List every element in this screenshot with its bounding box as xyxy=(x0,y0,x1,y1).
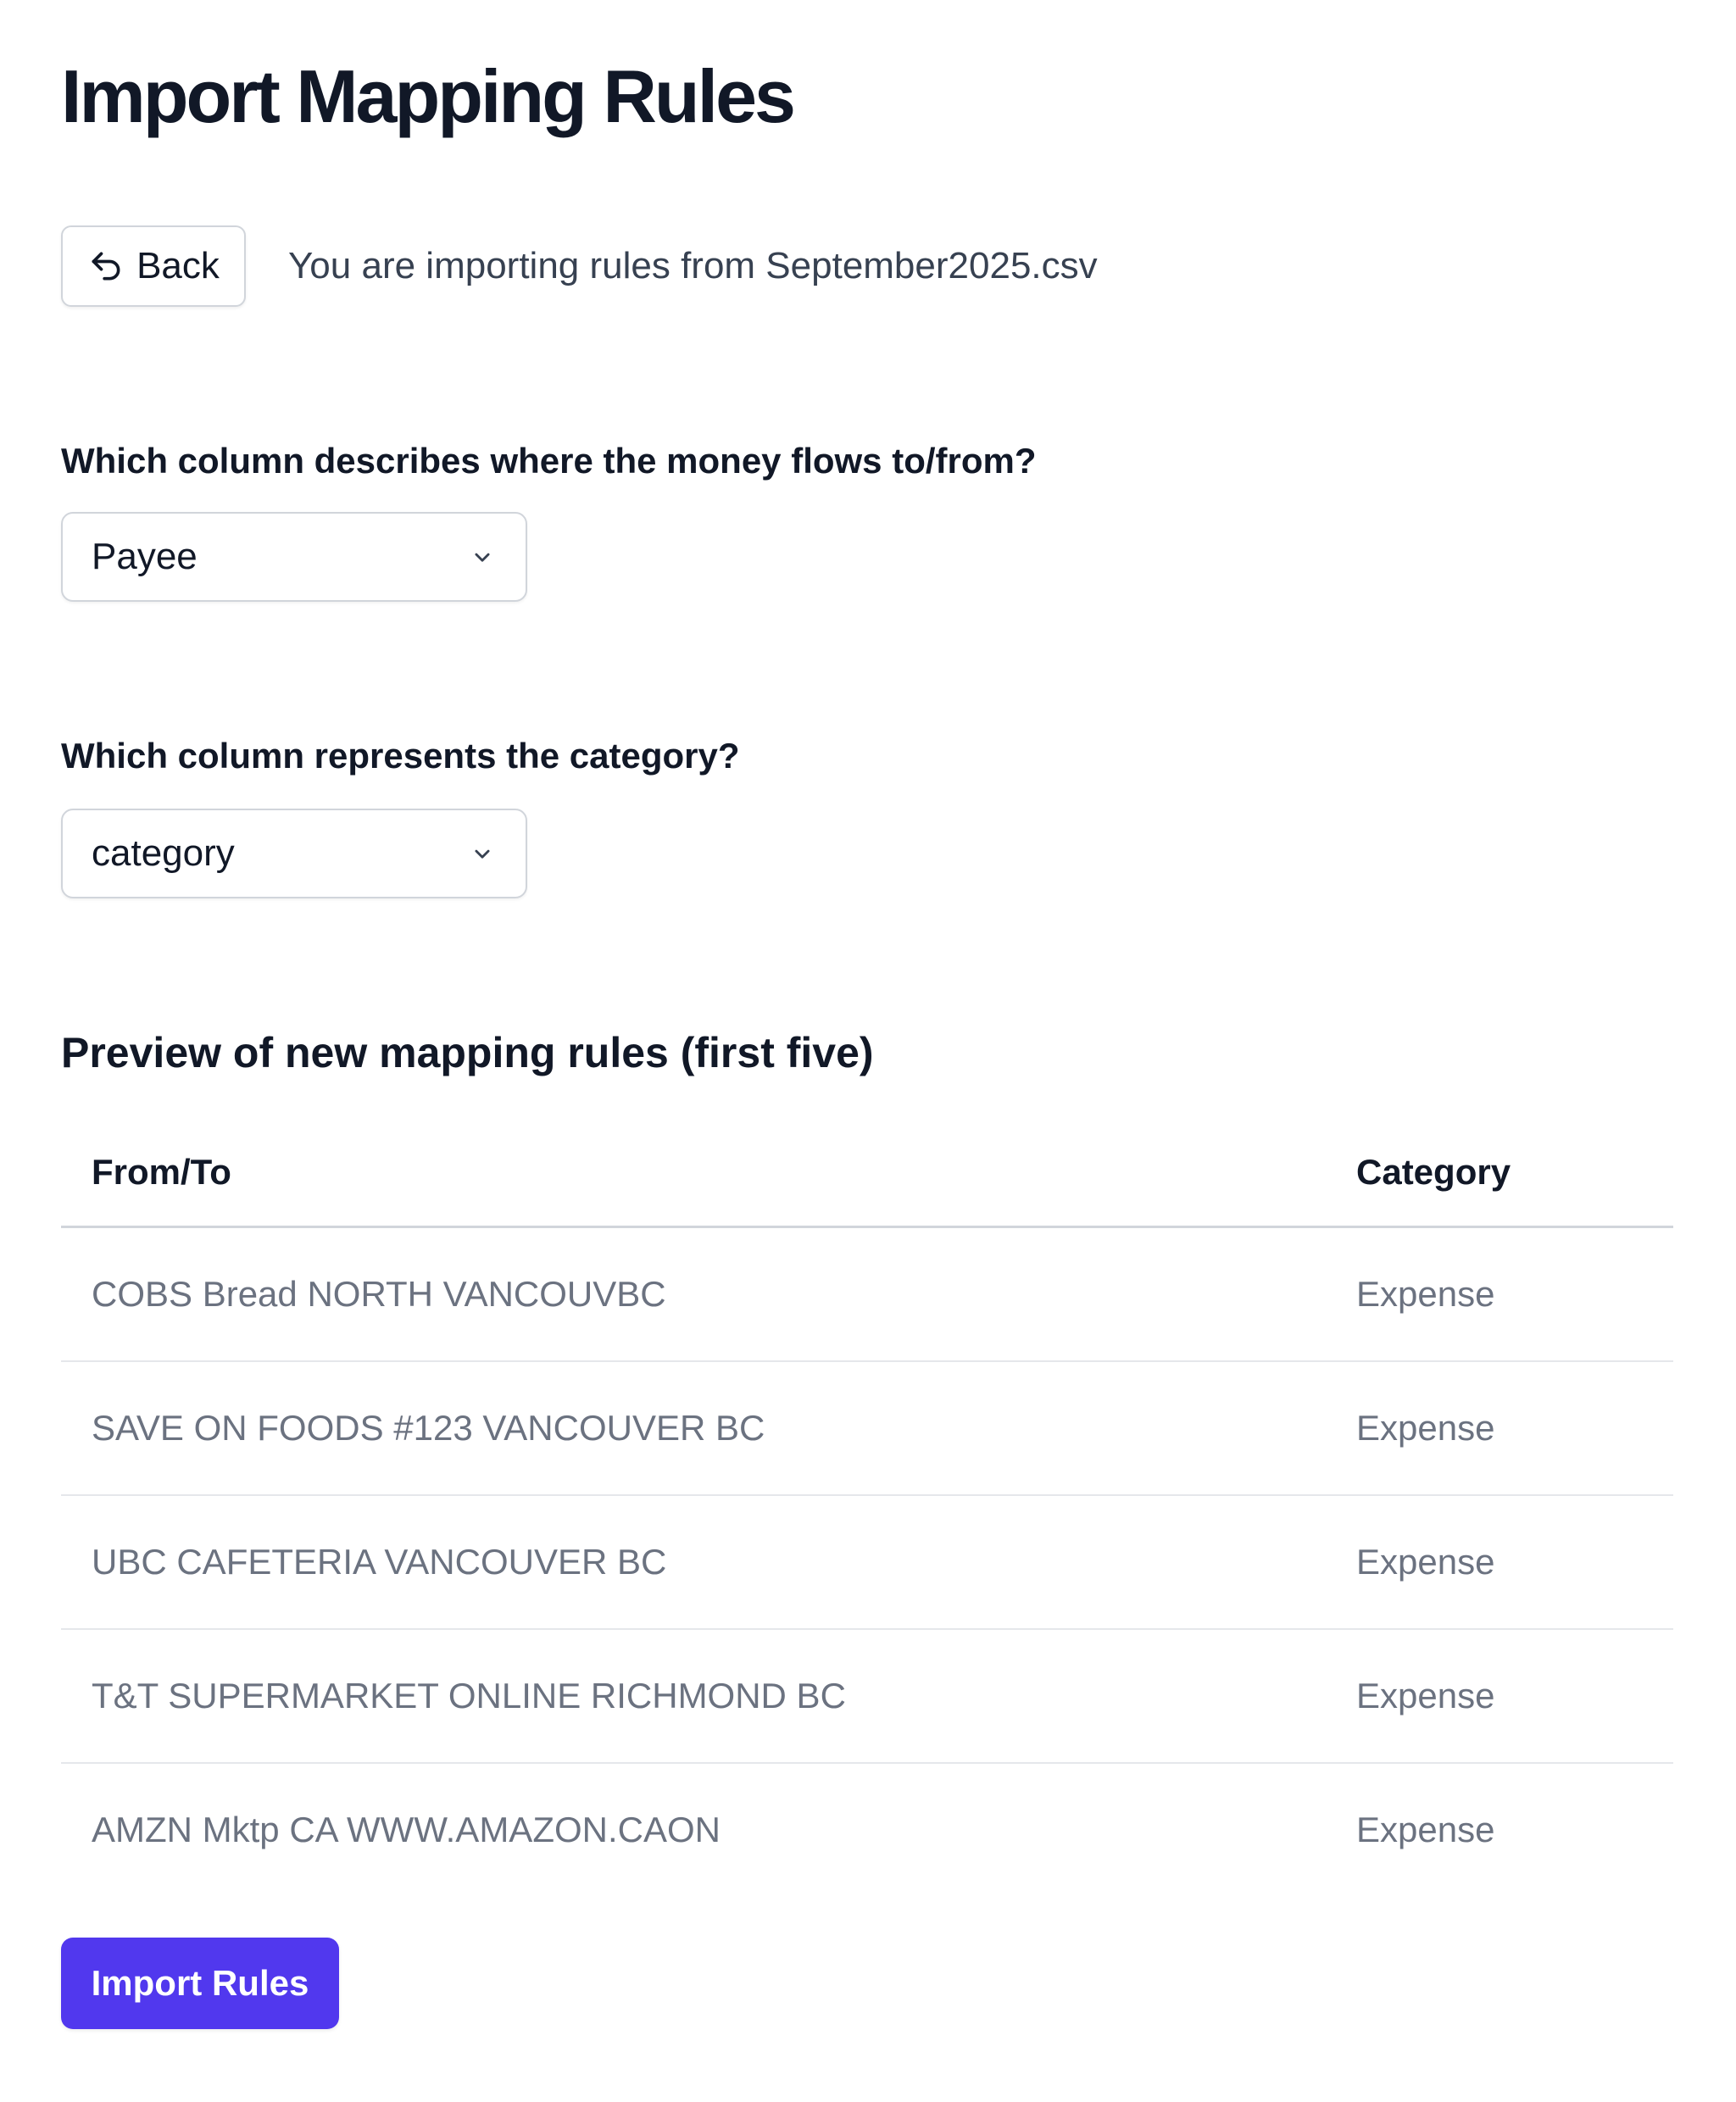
category-column-question: Which column represents the category? xyxy=(61,736,740,776)
cell-from-to: T&T SUPERMARKET ONLINE RICHMOND BC xyxy=(92,1676,846,1716)
cell-category: Expense xyxy=(1356,1542,1495,1582)
chevron-down-icon xyxy=(468,542,497,571)
category-column-select[interactable]: category xyxy=(61,809,527,898)
back-button-label: Back xyxy=(136,245,220,286)
cell-from-to: AMZN Mktp CA WWW.AMAZON.CAON xyxy=(92,1810,721,1849)
column-header-from-to: From/To xyxy=(92,1152,231,1192)
table-row: UBC CAFETERIA VANCOUVER BC Expense xyxy=(61,1496,1673,1630)
page-title: Import Mapping Rules xyxy=(61,54,796,138)
cell-from-to: UBC CAFETERIA VANCOUVER BC xyxy=(92,1542,667,1582)
cell-category: Expense xyxy=(1356,1274,1495,1314)
cell-from-to: SAVE ON FOODS #123 VANCOUVER BC xyxy=(92,1408,765,1448)
category-column-select-value: category xyxy=(92,832,235,874)
cell-category: Expense xyxy=(1356,1810,1495,1849)
column-header-category: Category xyxy=(1356,1152,1511,1192)
import-source-text: You are importing rules from September20… xyxy=(288,245,1098,286)
table-header: From/To Category xyxy=(61,1119,1673,1228)
preview-heading: Preview of new mapping rules (first five… xyxy=(61,1029,874,1076)
preview-table: From/To Category COBS Bread NORTH VANCOU… xyxy=(61,1119,1673,1896)
table-row: SAVE ON FOODS #123 VANCOUVER BC Expense xyxy=(61,1362,1673,1496)
table-row: T&T SUPERMARKET ONLINE RICHMOND BC Expen… xyxy=(61,1630,1673,1764)
cell-category: Expense xyxy=(1356,1408,1495,1448)
table-row: COBS Bread NORTH VANCOUVBC Expense xyxy=(61,1228,1673,1362)
cell-from-to: COBS Bread NORTH VANCOUVBC xyxy=(92,1274,666,1314)
undo-arrow-icon xyxy=(87,247,125,285)
cell-category: Expense xyxy=(1356,1676,1495,1716)
payee-column-select-value: Payee xyxy=(92,536,198,577)
import-rules-button[interactable]: Import Rules xyxy=(61,1938,339,2029)
import-mapping-page: Import Mapping Rules Back You are import… xyxy=(0,0,1736,2102)
payee-column-question: Which column describes where the money f… xyxy=(61,441,1037,481)
table-row: AMZN Mktp CA WWW.AMAZON.CAON Expense xyxy=(61,1764,1673,1896)
back-button[interactable]: Back xyxy=(61,225,246,307)
chevron-down-icon xyxy=(468,839,497,868)
payee-column-select[interactable]: Payee xyxy=(61,512,527,602)
